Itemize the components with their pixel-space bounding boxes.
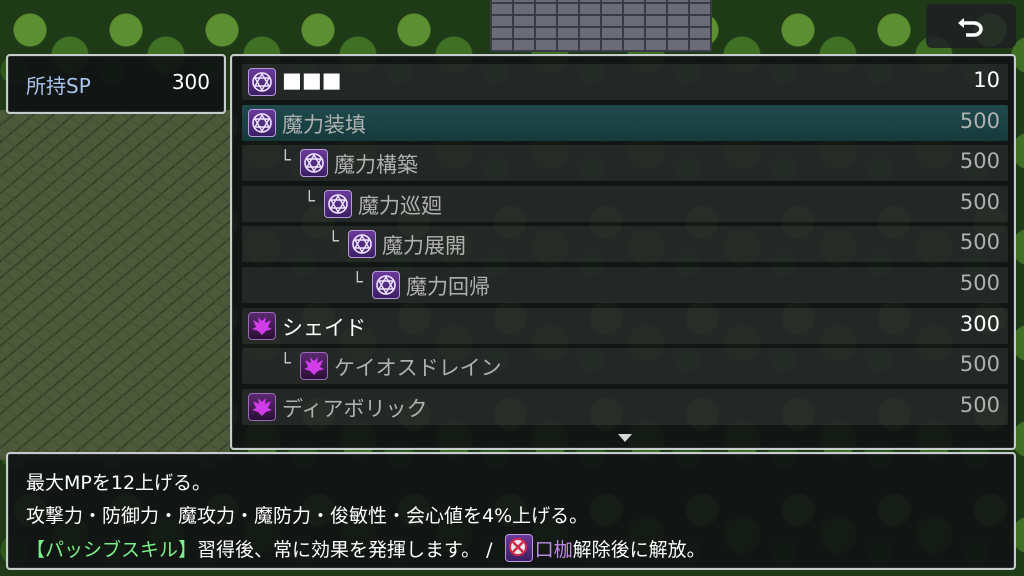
gag-lock-icon: [504, 534, 533, 562]
help-line-1: 最大MPを12上げる。: [26, 472, 212, 494]
return-arrow-icon: [958, 18, 983, 37]
scroll-down-arrow-icon[interactable]: [618, 434, 632, 442]
skill-name: 魔力巡廻: [358, 193, 442, 218]
skill-name: シェイド: [282, 315, 366, 340]
back-button[interactable]: [926, 4, 1016, 48]
passive-skill-tag: 【パッシブスキル】: [26, 539, 198, 561]
hexagram-icon: [348, 230, 376, 259]
demon-wings-icon: [248, 392, 276, 421]
sp-window: 所持SP 300: [6, 54, 226, 114]
skill-cost: 500: [959, 149, 1000, 174]
sp-value: 300: [171, 70, 210, 94]
skill-row[interactable]: └ 魔力回帰 500: [242, 267, 1008, 303]
tree-branch-connector: └: [280, 150, 291, 172]
skill-name: 魔力回帰: [406, 275, 490, 299]
skill-row[interactable]: └ 魔力展開 500: [242, 226, 1008, 263]
tree-branch-connector: └: [280, 353, 291, 375]
skill-row[interactable]: シェイド 300: [242, 307, 1008, 344]
skill-cost: 500: [959, 392, 1000, 417]
skill-list-window: ディアボリック 500 └ ケイオスドレイン 500 シェイド 300 └ 魔力回帰 500 └ 魔力…: [230, 54, 1016, 450]
skill-cost: 300: [959, 311, 1000, 336]
help-window: 最大MPを12上げる。 攻撃力・防御力・魔攻力・魔防力・俊敏性・会心値を4%上げ…: [6, 452, 1016, 570]
tree-branch-connector: └: [328, 231, 339, 253]
skill-name: ケイオスドレイン: [334, 356, 502, 381]
skill-row[interactable]: └ ケイオスドレイン 500: [242, 348, 1008, 385]
help-line-2: 攻撃力・防御力・魔攻力・魔防力・俊敏性・会心値を4%上げる。: [26, 505, 589, 527]
skill-cost: 500: [959, 108, 1000, 133]
skill-row[interactable]: ディアボリック 500: [242, 388, 1008, 425]
skill-cost: 10: [973, 68, 1000, 92]
skill-cost: 500: [959, 230, 1000, 255]
skill-row[interactable]: 魔力装填 500: [242, 104, 1008, 141]
help-line-3-text: 習得後、常に効果を発揮します。 /: [197, 539, 499, 561]
skill-row[interactable]: └ 魔力巡廻 500: [242, 185, 1008, 222]
sp-label: 所持SP: [26, 74, 91, 98]
skill-cost: 500: [959, 271, 1000, 295]
demon-wings-icon: [300, 352, 328, 381]
hexagram-icon: [324, 189, 352, 218]
skill-name: ■■■: [282, 68, 342, 92]
tree-branch-connector: └: [304, 190, 315, 212]
map-stone-wall: [490, 0, 712, 52]
skill-row[interactable]: ■■■ 10: [242, 64, 1008, 100]
hexagram-icon: [248, 108, 276, 137]
skill-name: 魔力展開: [382, 234, 466, 259]
skill-cost: 500: [959, 352, 1000, 377]
unlock-text: 解除後に解放。: [572, 539, 706, 561]
hexagram-icon: [248, 68, 276, 96]
map-vine-path: [0, 110, 230, 460]
tree-branch-connector: └: [352, 272, 363, 293]
hexagram-icon: [300, 149, 328, 178]
skill-cost: 500: [959, 189, 1000, 214]
hexagram-icon: [372, 271, 400, 299]
skill-name: ディアボリック: [282, 396, 428, 421]
skill-row[interactable]: └ 魔力構築 500: [242, 145, 1008, 182]
demon-wings-icon: [248, 311, 276, 340]
lock-name: 口枷: [534, 539, 573, 561]
skill-name: 魔力構築: [334, 153, 418, 178]
skill-name: 魔力装填: [282, 112, 366, 137]
help-line-3: 【パッシブスキル】習得後、常に効果を発揮します。 / 口枷解除後に解放。: [26, 534, 706, 562]
